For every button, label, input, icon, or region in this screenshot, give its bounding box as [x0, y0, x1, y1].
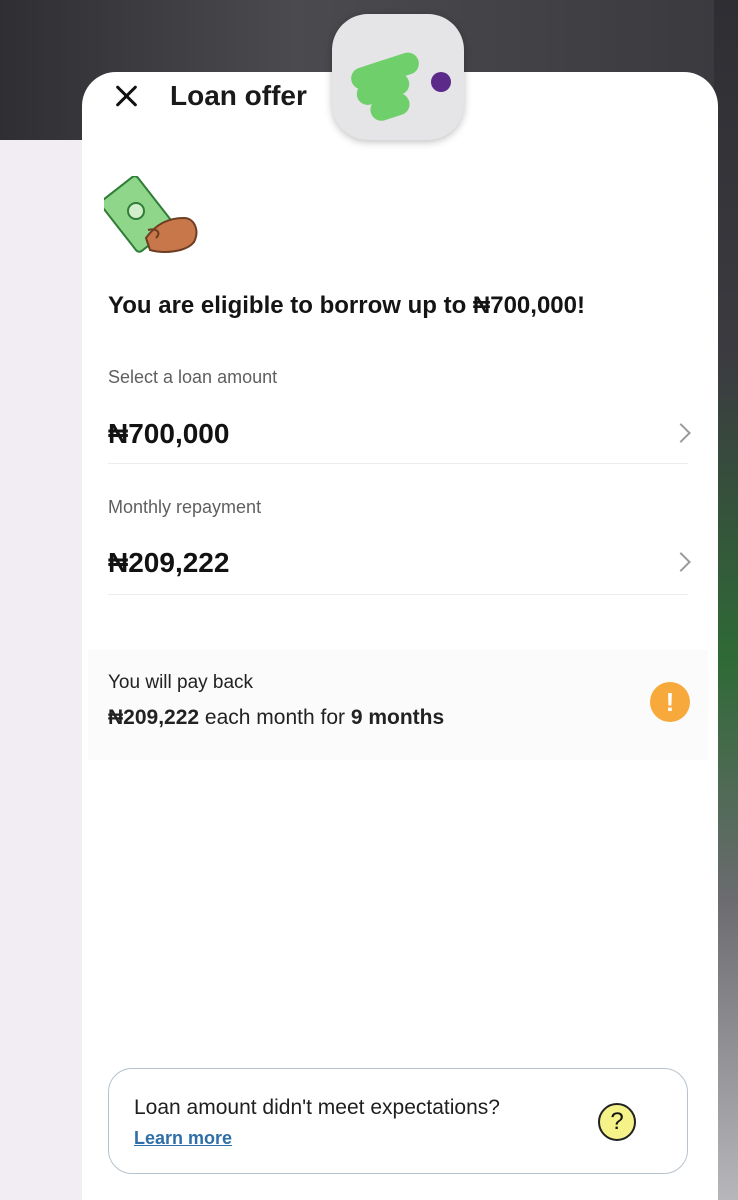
divider: [108, 594, 688, 595]
help-question: Loan amount didn't meet expectations?: [134, 1096, 500, 1119]
monthly-repayment-label: Monthly repayment: [108, 497, 262, 517]
monthly-repayment-value[interactable]: ₦209,222: [108, 547, 229, 579]
payback-info-panel: [88, 650, 708, 760]
money-hand-icon: [104, 176, 198, 253]
learn-more-link[interactable]: Learn more: [134, 1128, 232, 1149]
divider: [108, 463, 688, 464]
page-title: Loan offer: [170, 80, 307, 111]
warning-icon[interactable]: !: [650, 682, 690, 722]
payback-amount: ₦209,222: [108, 706, 200, 729]
payback-duration: 9 months: [350, 706, 445, 729]
eligibility-message: You are eligible to borrow up to ₦700,00…: [108, 292, 585, 319]
payback-middle-text: each month for: [199, 706, 351, 729]
background-left-panel: [0, 140, 90, 1200]
app-logo-icon: [332, 14, 464, 140]
loan-amount-label: Select a loan amount: [108, 367, 278, 387]
payback-summary: ₦209,222 each month for 9 months: [108, 706, 444, 730]
loan-amount-value[interactable]: ₦700,000: [108, 418, 229, 450]
logo-dot: [431, 72, 451, 92]
close-icon[interactable]: [112, 82, 140, 110]
payback-label: You will pay back: [108, 672, 254, 693]
question-icon[interactable]: ?: [598, 1103, 636, 1141]
